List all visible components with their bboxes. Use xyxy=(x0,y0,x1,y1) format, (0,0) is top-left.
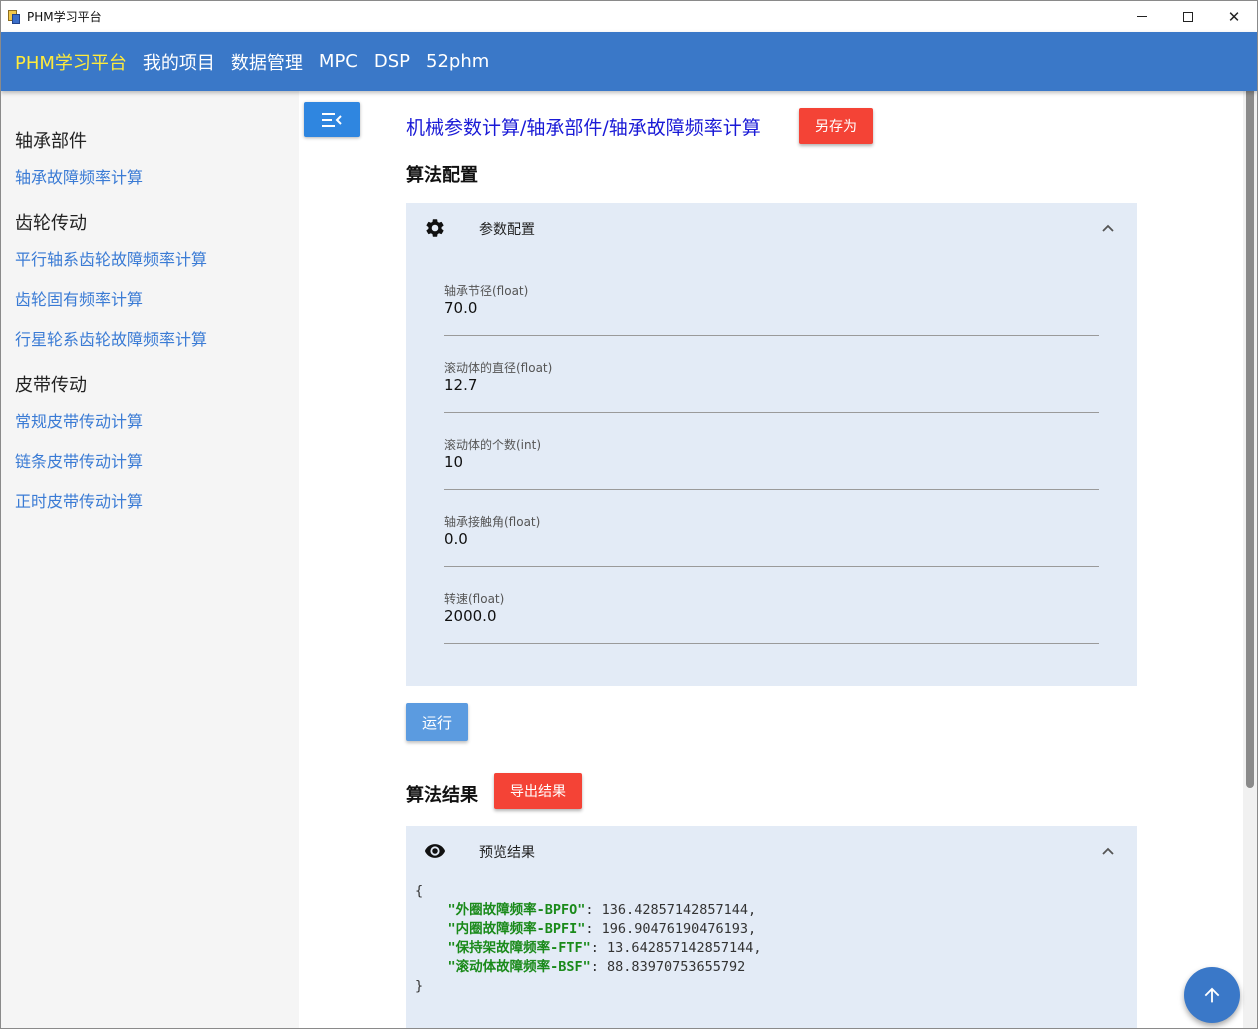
json-key: "内圈故障频率-BPFI" xyxy=(447,921,586,937)
close-button[interactable]: ✕ xyxy=(1211,1,1257,32)
json-key: "外圈故障频率-BPFO" xyxy=(447,902,586,918)
sidebar-toggle-button[interactable] xyxy=(304,102,360,137)
eye-icon xyxy=(424,844,446,858)
nav-my-projects[interactable]: 我的项目 xyxy=(143,49,215,75)
result-panel: 预览结果 { "外圈故障频率-BPFO": 136.42857142857144… xyxy=(406,826,1137,1028)
arrow-up-icon xyxy=(1204,987,1220,1003)
ball-diameter-field[interactable]: 滚动体的直径(float) 12.7 xyxy=(444,359,1099,413)
sidebar-item-parallel-gear-fault-frequency[interactable]: 平行轴系齿轮故障频率计算 xyxy=(1,249,299,289)
json-close-brace: } xyxy=(415,978,424,994)
scroll-to-top-button[interactable] xyxy=(1184,967,1240,1023)
json-value: : 13.642857142857144, xyxy=(590,940,762,956)
result-panel-header[interactable]: 预览结果 xyxy=(406,826,1137,876)
maximize-icon xyxy=(1183,11,1193,22)
result-json-preview: { "外圈故障频率-BPFO": 136.42857142857144, "内圈… xyxy=(415,882,761,996)
sidebar-group-title: 齿轮传动 xyxy=(15,213,87,234)
sidebar-group-title: 轴承部件 xyxy=(15,131,87,152)
sidebar-group-title: 皮带传动 xyxy=(15,375,87,396)
minimize-button[interactable] xyxy=(1119,1,1165,32)
nav-data-management[interactable]: 数据管理 xyxy=(231,49,303,75)
chevron-up-icon[interactable] xyxy=(1101,844,1115,858)
sidebar-item-planetary-gear-fault-frequency[interactable]: 行星轮系齿轮故障频率计算 xyxy=(1,329,299,369)
sidebar-item-chain-belt[interactable]: 链条皮带传动计算 xyxy=(1,451,299,491)
field-value[interactable]: 2000.0 xyxy=(444,607,497,625)
brand-link[interactable]: PHM学习平台 xyxy=(15,49,127,75)
app-icon xyxy=(7,9,21,25)
json-value: : 196.90476190476193, xyxy=(585,921,757,937)
gear-icon xyxy=(426,219,444,237)
field-value[interactable]: 0.0 xyxy=(444,530,468,548)
sidebar-item-bearing-fault-frequency[interactable]: 轴承故障频率计算 xyxy=(1,167,299,207)
sidebar: 轴承部件 轴承故障频率计算 齿轮传动 平行轴系齿轮故障频率计算 齿轮固有频率计算… xyxy=(1,91,299,1028)
config-section-title: 算法配置 xyxy=(406,165,478,186)
field-label: 轴承节径(float) xyxy=(444,284,529,298)
vertical-scrollbar[interactable] xyxy=(1243,32,1257,1028)
close-icon: ✕ xyxy=(1227,7,1241,26)
json-key: "滚动体故障频率-BSF" xyxy=(447,959,591,975)
config-panel-label: 参数配置 xyxy=(479,222,535,238)
field-label: 轴承接触角(float) xyxy=(444,515,541,529)
sidebar-item-gear-natural-frequency[interactable]: 齿轮固有频率计算 xyxy=(1,289,299,329)
pitch-diameter-field[interactable]: 轴承节径(float) 70.0 xyxy=(444,282,1099,336)
field-value[interactable]: 12.7 xyxy=(444,376,477,394)
run-button[interactable]: 运行 xyxy=(406,703,468,741)
top-app-bar: PHM学习平台 我的项目 数据管理 MPC DSP 52phm xyxy=(1,32,1257,91)
rotation-speed-field[interactable]: 转速(float) 2000.0 xyxy=(444,590,1099,644)
field-label: 转速(float) xyxy=(444,592,505,606)
window-title: PHM学习平台 xyxy=(27,10,102,24)
nav-mpc[interactable]: MPC xyxy=(319,51,358,72)
config-panel: 参数配置 轴承节径(float) 70.0 滚动体的直径(float) 12.7… xyxy=(406,203,1137,686)
sidebar-item-regular-belt[interactable]: 常规皮带传动计算 xyxy=(1,411,299,451)
chevron-up-icon[interactable] xyxy=(1101,221,1115,235)
nav-dsp[interactable]: DSP xyxy=(374,51,410,72)
field-value[interactable]: 70.0 xyxy=(444,299,477,317)
contact-angle-field[interactable]: 轴承接触角(float) 0.0 xyxy=(444,513,1099,567)
window-controls: ✕ xyxy=(1119,1,1257,32)
menu-collapse-icon xyxy=(322,112,342,127)
nav-52phm[interactable]: 52phm xyxy=(426,51,489,72)
json-open-brace: { xyxy=(415,883,424,899)
json-key: "保持架故障频率-FTF" xyxy=(447,940,591,956)
result-panel-label: 预览结果 xyxy=(479,845,535,861)
field-label: 滚动体的个数(int) xyxy=(444,438,542,452)
result-section-title: 算法结果 xyxy=(406,785,478,806)
minimize-icon xyxy=(1137,16,1147,17)
title-bar: PHM学习平台 ✕ xyxy=(1,1,1257,32)
field-label: 滚动体的直径(float) xyxy=(444,361,553,375)
ball-count-field[interactable]: 滚动体的个数(int) 10 xyxy=(444,436,1099,490)
json-value: : 88.83970753655792 xyxy=(590,959,746,975)
export-results-button[interactable]: 导出结果 xyxy=(494,773,582,809)
field-value[interactable]: 10 xyxy=(444,453,463,471)
app-window: PHM学习平台 ✕ PHM学习平台 我的项目 数据管理 MPC DSP 52ph… xyxy=(0,0,1258,1029)
breadcrumb: 机械参数计算/轴承部件/轴承故障频率计算 xyxy=(406,117,761,139)
json-value: : 136.42857142857144, xyxy=(585,902,757,918)
main-content: 机械参数计算/轴承部件/轴承故障频率计算 另存为 算法配置 参数配置 轴承节径(… xyxy=(299,91,1243,1028)
config-panel-header[interactable]: 参数配置 xyxy=(406,203,1137,253)
sidebar-item-timing-belt[interactable]: 正时皮带传动计算 xyxy=(1,491,299,531)
maximize-button[interactable] xyxy=(1165,1,1211,32)
save-as-button[interactable]: 另存为 xyxy=(799,108,873,144)
scrollbar-thumb[interactable] xyxy=(1246,50,1254,788)
